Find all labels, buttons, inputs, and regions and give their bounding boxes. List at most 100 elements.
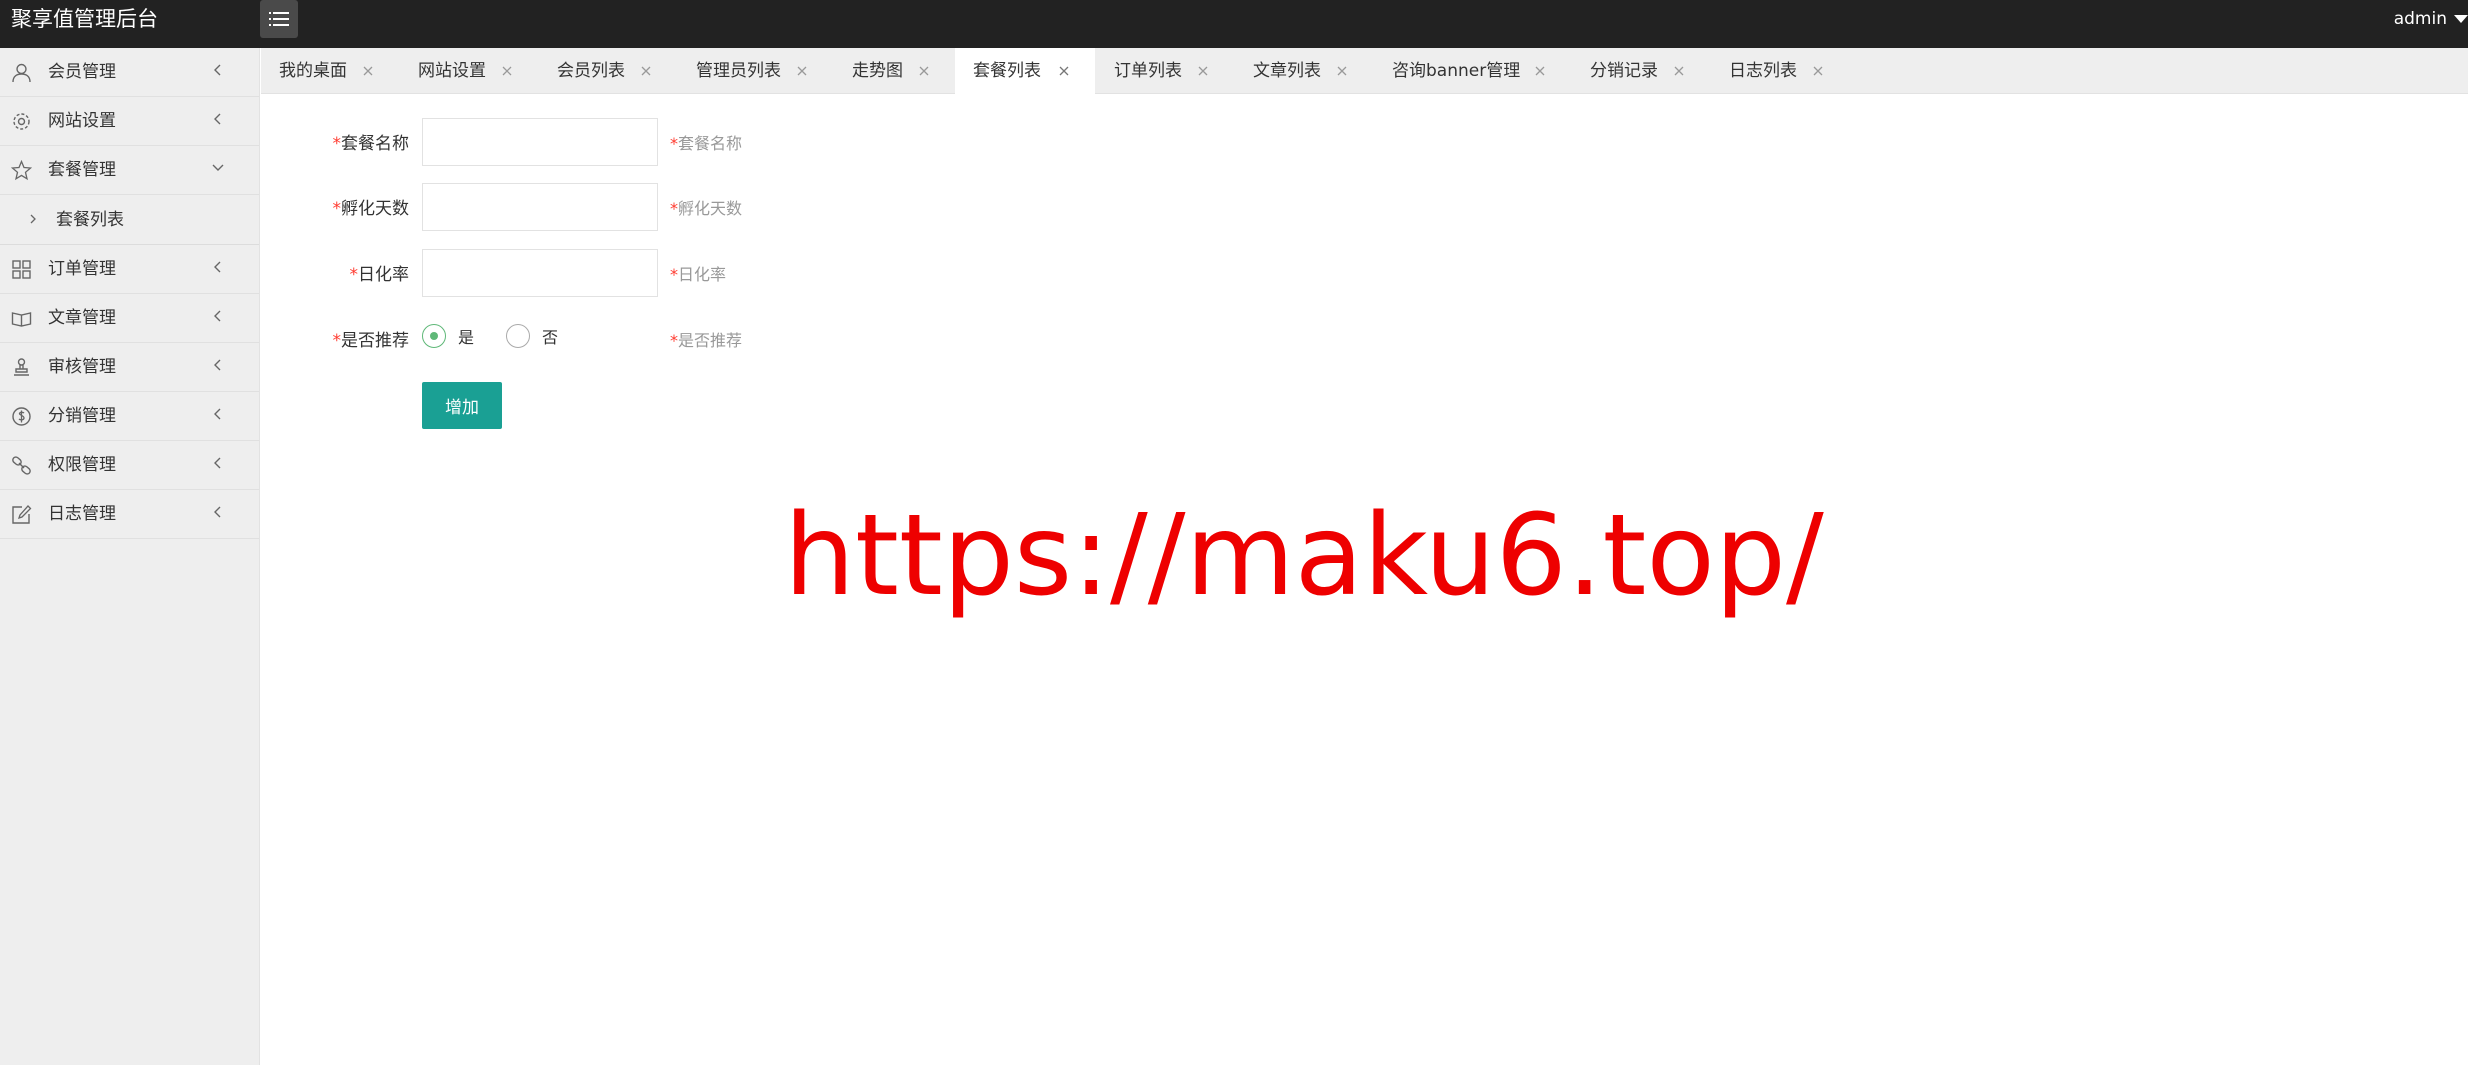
- required-mark: *: [670, 265, 678, 284]
- top-bar: 聚享值管理后台 admin: [0, 0, 2468, 48]
- chevron-left-icon: [214, 310, 221, 322]
- radio-unchecked-icon: [506, 324, 530, 348]
- recommend-no-radio[interactable]: 否: [506, 324, 558, 348]
- sidebar-item-label: 套餐管理: [48, 160, 116, 180]
- chevron-left-icon: [214, 261, 221, 273]
- tab-bar: 我的桌面 网站设置 会员列表 管理员列表 走势图 套餐列表 订单列表 文章列表 …: [261, 48, 2468, 95]
- incubation-days-input[interactable]: [422, 183, 658, 231]
- chevron-left-icon: [214, 457, 221, 469]
- sidebar-item-label: 日志管理: [48, 504, 116, 524]
- sidebar-subitem-package-list[interactable]: 套餐列表: [0, 195, 259, 245]
- sidebar-item-members[interactable]: 会员管理: [0, 48, 259, 97]
- chevron-left-icon: [214, 113, 221, 125]
- package-name-label: *套餐名称: [261, 129, 410, 154]
- close-icon[interactable]: [1672, 64, 1686, 78]
- sidebar-item-site-settings[interactable]: 网站设置: [0, 97, 259, 146]
- close-icon[interactable]: [917, 64, 931, 78]
- tab-label: 分销记录: [1590, 61, 1658, 81]
- tab-site-settings[interactable]: 网站设置: [400, 48, 538, 94]
- close-icon[interactable]: [1057, 64, 1071, 78]
- gear-icon: [13, 113, 30, 130]
- tab-banner-management[interactable]: 咨询banner管理: [1374, 48, 1571, 94]
- tab-distribution-records[interactable]: 分销记录: [1572, 48, 1710, 94]
- sidebar-item-label: 会员管理: [48, 62, 116, 82]
- close-icon[interactable]: [361, 64, 375, 78]
- required-mark: *: [332, 134, 342, 154]
- sidebar-item-label: 网站设置: [48, 111, 116, 131]
- recommend-label: *是否推荐: [261, 326, 410, 351]
- grid-icon: [12, 260, 31, 279]
- tab-admin-list[interactable]: 管理员列表: [678, 48, 833, 94]
- label-text: 套餐名称: [341, 134, 409, 154]
- recommend-hint: *是否推荐: [670, 327, 742, 351]
- user-menu[interactable]: admin: [2394, 0, 2468, 38]
- sidebar-item-logs[interactable]: 日志管理: [0, 490, 259, 539]
- tab-label: 文章列表: [1253, 61, 1321, 81]
- incubation-days-hint: *孵化天数: [670, 195, 742, 219]
- required-mark: *: [332, 199, 342, 219]
- tab-order-list[interactable]: 订单列表: [1096, 48, 1234, 94]
- tab-package-list[interactable]: 套餐列表: [955, 48, 1095, 95]
- close-icon[interactable]: [1335, 64, 1349, 78]
- tab-label: 我的桌面: [279, 61, 347, 81]
- hint-text: 是否推荐: [678, 331, 743, 350]
- tab-label: 管理员列表: [696, 61, 781, 81]
- list-icon: [269, 12, 289, 26]
- edit-icon: [12, 505, 32, 524]
- chevron-down-icon: [212, 164, 224, 171]
- required-mark: *: [349, 265, 359, 285]
- incubation-days-label: *孵化天数: [261, 194, 410, 219]
- required-mark: *: [670, 331, 678, 350]
- required-mark: *: [670, 199, 678, 218]
- daily-rate-input[interactable]: [422, 249, 658, 297]
- tab-desktop[interactable]: 我的桌面: [261, 48, 399, 94]
- username: admin: [2393, 9, 2447, 29]
- sidebar-item-orders[interactable]: 订单管理: [0, 245, 259, 294]
- tab-label: 网站设置: [418, 61, 486, 81]
- required-mark: *: [332, 331, 342, 351]
- sidebar-item-distribution[interactable]: 分销管理: [0, 392, 259, 441]
- tab-member-list[interactable]: 会员列表: [539, 48, 677, 94]
- close-icon[interactable]: [1533, 64, 1547, 78]
- daily-rate-hint: *日化率: [670, 261, 726, 285]
- hint-text: 套餐名称: [678, 134, 743, 153]
- tab-label: 套餐列表: [973, 61, 1041, 81]
- sidebar-item-label: 文章管理: [48, 308, 116, 328]
- required-mark: *: [670, 134, 678, 153]
- sidebar-item-review[interactable]: 审核管理: [0, 343, 259, 392]
- link-icon: [12, 456, 31, 475]
- close-icon[interactable]: [1196, 64, 1210, 78]
- chevron-left-icon: [214, 506, 221, 518]
- sidebar-item-articles[interactable]: 文章管理: [0, 294, 259, 343]
- package-name-input[interactable]: [422, 118, 658, 166]
- book-icon: [11, 312, 32, 327]
- watermark-text: https://maku6.top/: [784, 491, 1824, 621]
- radio-checked-icon: [422, 324, 446, 348]
- sidebar-item-packages[interactable]: 套餐管理: [0, 146, 259, 195]
- chevron-left-icon: [214, 359, 221, 371]
- close-icon[interactable]: [1811, 64, 1825, 78]
- tab-log-list[interactable]: 日志列表: [1711, 48, 1849, 94]
- tab-label: 会员列表: [557, 61, 625, 81]
- add-button[interactable]: 增加: [422, 382, 502, 429]
- radio-label: 是: [458, 328, 475, 347]
- recommend-yes-radio[interactable]: 是: [422, 324, 474, 348]
- menu-toggle-button[interactable]: [260, 0, 298, 38]
- close-icon[interactable]: [795, 64, 809, 78]
- sidebar-item-permissions[interactable]: 权限管理: [0, 441, 259, 490]
- tab-label: 订单列表: [1114, 61, 1182, 81]
- sidebar-item-label: 权限管理: [48, 455, 116, 475]
- chevron-right-icon: [30, 214, 36, 224]
- star-icon: [11, 160, 32, 181]
- user-icon: [12, 63, 31, 83]
- tab-label: 咨询banner管理: [1392, 61, 1521, 81]
- sidebar: 会员管理 网站设置 套餐管理 套餐列表 订单管理 文章管理 审核管理 分销管理 …: [0, 48, 260, 1065]
- label-text: 孵化天数: [341, 199, 409, 219]
- tab-label: 日志列表: [1729, 61, 1797, 81]
- close-icon[interactable]: [500, 64, 514, 78]
- chevron-left-icon: [214, 408, 221, 420]
- close-icon[interactable]: [639, 64, 653, 78]
- tab-article-list[interactable]: 文章列表: [1235, 48, 1373, 94]
- tab-label: 走势图: [852, 61, 903, 81]
- tab-trend-chart[interactable]: 走势图: [834, 48, 954, 94]
